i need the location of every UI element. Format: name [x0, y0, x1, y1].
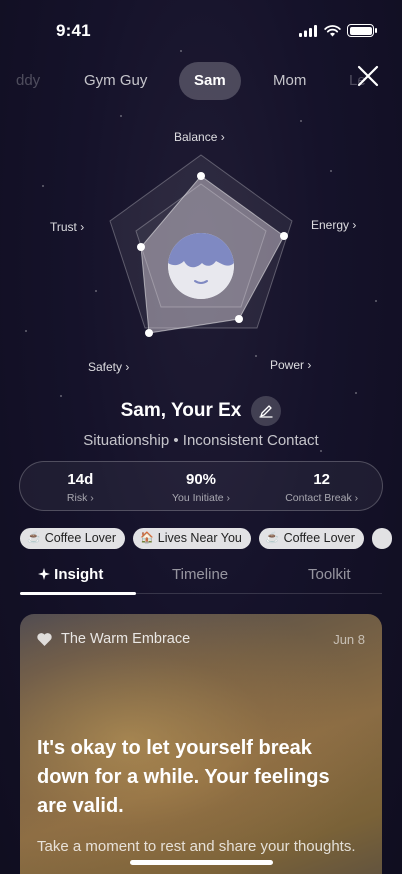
tab-insight[interactable]: Insight: [38, 566, 103, 583]
tag-list: ☕ Coffee Lover 🏠 Lives Near You ☕ Coffee…: [20, 528, 392, 549]
status-bar: 9:41: [0, 0, 402, 54]
house-icon: 🏠: [140, 532, 154, 544]
stat-value: 90%: [185, 471, 217, 488]
profile-tabs: ddy Gym Guy Sam Mom Le: [0, 62, 402, 100]
profile-tab-daddy[interactable]: ddy: [16, 62, 40, 100]
pencil-icon: [259, 405, 274, 418]
tab-toolkit[interactable]: Toolkit: [308, 566, 351, 583]
card-title: The Warm Embrace: [61, 631, 191, 647]
close-icon[interactable]: [354, 62, 382, 90]
tag-overflow[interactable]: [371, 528, 392, 549]
tag-coffee-lover[interactable]: ☕ Coffee Lover: [20, 528, 126, 549]
status-icons: [299, 24, 377, 37]
card-subtext: Take a moment to rest and share your tho…: [37, 838, 356, 855]
radar-point-balance: [197, 172, 205, 180]
avatar[interactable]: [168, 233, 234, 299]
radar-label-safety[interactable]: Safety ›: [88, 360, 129, 374]
stat-contact-break[interactable]: 12 Contact Break ›: [261, 462, 382, 510]
stat-label: You Initiate ›: [172, 492, 230, 504]
insight-card[interactable]: The Warm Embrace Jun 8 It's okay to let …: [20, 614, 382, 874]
radar-label-energy[interactable]: Energy ›: [311, 218, 356, 232]
tab-timeline[interactable]: Timeline: [172, 566, 228, 583]
person-subtitle: Situationship • Inconsistent Contact: [83, 432, 319, 449]
card-quote: It's okay to let yourself break down for…: [37, 737, 330, 817]
active-tab-indicator: [20, 592, 136, 595]
cellular-signal-icon: [299, 24, 317, 37]
wifi-icon: [324, 24, 341, 36]
radar-label-power[interactable]: Power ›: [270, 358, 311, 372]
profile-tab-mom[interactable]: Mom: [273, 62, 306, 100]
section-tabs: Insight Timeline Toolkit: [20, 560, 382, 595]
stat-label: Contact Break ›: [285, 492, 359, 504]
card-date: Jun 8: [333, 631, 365, 647]
name-row: Sam, Your Ex: [0, 396, 402, 426]
person-name: Sam, Your Ex: [120, 400, 242, 421]
radar-point-trust: [137, 243, 145, 251]
home-indicator[interactable]: [130, 860, 273, 865]
radar-point-energy: [280, 232, 288, 240]
battery-icon: [347, 24, 377, 37]
tag-lives-near-you[interactable]: 🏠 Lives Near You: [133, 528, 251, 549]
radar-label-balance[interactable]: Balance ›: [174, 130, 225, 144]
stat-value: 12: [313, 471, 331, 488]
heart-icon: [37, 632, 52, 646]
stat-risk[interactable]: 14d Risk ›: [20, 462, 141, 510]
edit-name-button[interactable]: [251, 396, 282, 426]
tag-coffee-lover-2[interactable]: ☕ Coffee Lover: [258, 528, 364, 549]
stat-label: Risk ›: [66, 492, 94, 504]
sparkle-icon: [38, 568, 50, 580]
profile-tab-sam[interactable]: Sam: [179, 62, 241, 100]
stat-you-initiate[interactable]: 90% You Initiate ›: [141, 462, 262, 510]
stats-pill: 14d Risk › 90% You Initiate › 12 Contact…: [19, 461, 383, 511]
radar-point-safety: [145, 329, 153, 337]
avatar-face-icon: [168, 233, 234, 299]
status-time: 9:41: [56, 21, 91, 40]
stat-value: 14d: [67, 471, 94, 488]
coffee-icon: ☕: [27, 532, 41, 544]
card-header: The Warm Embrace Jun 8: [37, 631, 365, 647]
profile-tab-gym-guy[interactable]: Gym Guy: [84, 62, 147, 100]
coffee-icon: ☕: [265, 532, 280, 544]
radar-point-power: [235, 315, 243, 323]
radar-label-trust[interactable]: Trust ›: [50, 220, 84, 234]
